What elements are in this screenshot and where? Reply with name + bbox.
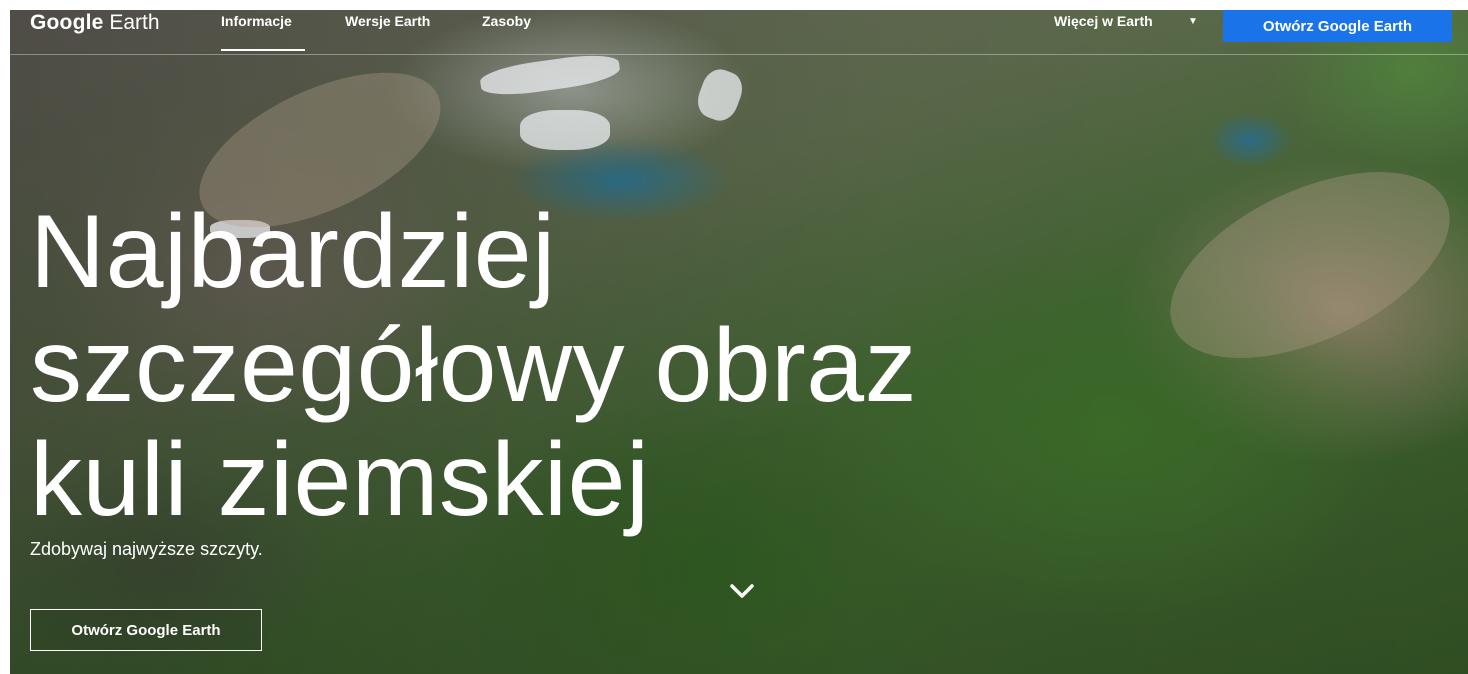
hero-headline: Najbardziej szczegółowy obraz kuli ziems… (30, 195, 1030, 537)
snow-patch (520, 110, 610, 150)
caret-down-icon[interactable]: ▼ (1188, 13, 1198, 31)
logo-brand: Google (30, 11, 104, 34)
more-in-earth-menu[interactable]: Więcej w Earth (1054, 12, 1153, 30)
logo-product: Earth (109, 11, 160, 34)
top-navigation-bar: Google Earth Informacje Wersje Earth Zas… (10, 10, 1468, 55)
active-nav-indicator (221, 49, 305, 51)
corner-tab (1318, 0, 1468, 10)
headline-line: Najbardziej (30, 194, 556, 310)
hero-open-google-earth-button[interactable]: Otwórz Google Earth (30, 609, 262, 651)
headline-line: kuli ziemskiej (30, 422, 650, 538)
nav-item-informacje[interactable]: Informacje (221, 12, 292, 30)
open-google-earth-button[interactable]: Otwórz Google Earth (1223, 10, 1452, 42)
google-earth-logo[interactable]: Google Earth (30, 8, 160, 38)
chevron-down-icon[interactable] (727, 579, 757, 603)
nav-item-wersje-earth[interactable]: Wersje Earth (345, 12, 430, 30)
headline-line: szczegółowy obraz (30, 308, 918, 424)
hero-subheadline: Zdobywaj najwyższe szczyty. (30, 539, 263, 559)
nav-item-zasoby[interactable]: Zasoby (482, 12, 531, 30)
